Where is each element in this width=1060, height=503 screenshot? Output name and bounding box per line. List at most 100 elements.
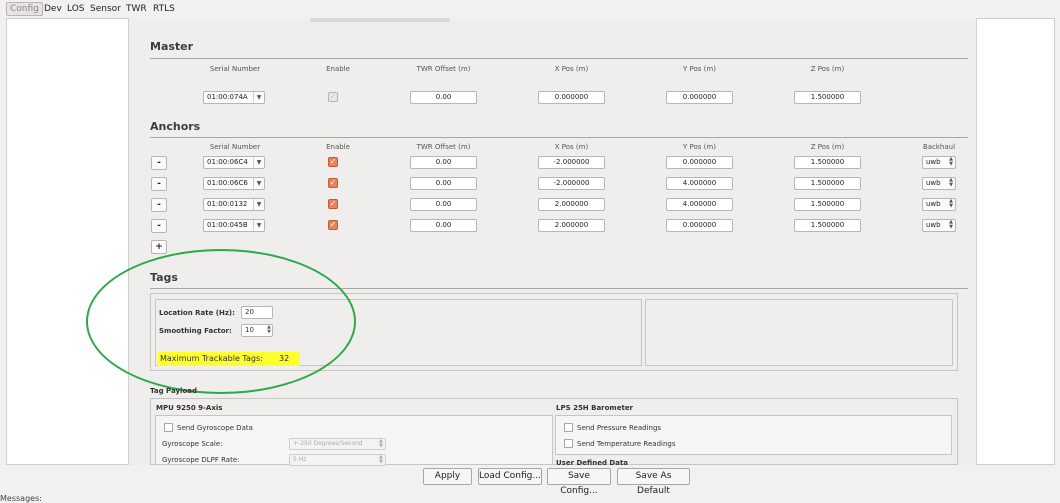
send-temperature-checkbox[interactable] (564, 439, 573, 448)
anchor-serial-combo[interactable]: 01:00:045B ▼ (203, 219, 265, 232)
anchor-backhaul-select[interactable]: uwb ▲ ▼ (922, 177, 956, 190)
remove-anchor-button[interactable]: - (151, 219, 167, 233)
master-y-input[interactable]: 0.000000 (666, 91, 733, 104)
anchor-backhaul-value: uwb (926, 158, 941, 166)
anchor-serial-value: 01:00:045B (207, 221, 248, 229)
tag-payload-title: Tag Payload (150, 387, 198, 395)
anchor-backhaul-select[interactable]: uwb ▲ ▼ (922, 156, 956, 169)
gyro-dlpf-select[interactable]: 5 Hz ▲ ▼ (289, 454, 386, 466)
scroll-indicator (310, 18, 450, 22)
anchors-col-serial: Serial Number (209, 143, 261, 151)
master-z-input[interactable]: 1.500000 (794, 91, 861, 104)
lps-box (555, 415, 952, 455)
tags-side-box (645, 299, 953, 366)
anchor-enable-checkbox[interactable]: ✓ (328, 157, 338, 167)
anchors-title: Anchors (150, 120, 201, 133)
anchor-y-input[interactable]: 4.000000 (666, 177, 733, 190)
anchor-y-input[interactable]: 4.000000 (666, 198, 733, 211)
anchor-twr-offset-input[interactable]: 0.00 (410, 219, 477, 232)
chevron-down-icon: ▼ (253, 92, 264, 103)
gyro-dlpf-value: 5 Hz (293, 456, 307, 463)
spinner-arrows-icon: ▲ ▼ (949, 156, 953, 167)
gyro-scale-select[interactable]: +-250 Degrees/Second ▲ ▼ (289, 438, 386, 450)
anchor-enable-checkbox[interactable]: ✓ (328, 178, 338, 188)
anchor-twr-offset-input[interactable]: 0.00 (410, 177, 477, 190)
anchor-z-input[interactable]: 1.500000 (794, 198, 861, 211)
anchors-divider (150, 137, 968, 138)
master-title: Master (150, 40, 194, 53)
mpu-title: MPU 9250 9-Axis (156, 404, 223, 412)
master-col-twr: TWR Offset (m) (416, 65, 471, 73)
lps-title: LPS 25H Barometer (556, 404, 634, 412)
anchors-col-x: X Pos (m) (554, 143, 589, 151)
load-config-button[interactable]: Load Config... (478, 468, 542, 485)
master-col-z: Z Pos (m) (810, 65, 845, 73)
master-divider (150, 58, 968, 59)
anchor-serial-value: 01:00:06C6 (207, 179, 248, 187)
anchor-enable-checkbox[interactable]: ✓ (328, 220, 338, 230)
spinner-arrows-icon: ▲ ▼ (949, 198, 953, 209)
master-serial-value: 01:00:074A (207, 93, 248, 101)
remove-anchor-button[interactable]: - (151, 156, 167, 170)
anchor-y-input[interactable]: 0.000000 (666, 219, 733, 232)
gyro-scale-value: +-250 Degrees/Second (293, 440, 363, 447)
chevron-down-icon: ▼ (253, 157, 264, 168)
master-col-y: Y Pos (m) (683, 65, 716, 73)
anchor-twr-offset-input[interactable]: 0.00 (410, 198, 477, 211)
anchor-x-input[interactable]: 2.000000 (538, 219, 605, 232)
tab-sensor[interactable]: Sensor (90, 4, 121, 14)
anchor-serial-combo[interactable]: 01:00:06C4 ▼ (203, 156, 265, 169)
anchor-x-input[interactable]: -2.000000 (538, 177, 605, 190)
send-gyro-checkbox[interactable] (164, 423, 173, 432)
anchors-col-y: Y Pos (m) (683, 143, 716, 151)
master-enable-checkbox[interactable]: ✓ (328, 92, 338, 102)
anchor-backhaul-value: uwb (926, 200, 941, 208)
remove-anchor-button[interactable]: - (151, 177, 167, 191)
remove-anchor-button[interactable]: - (151, 198, 167, 212)
anchor-serial-combo[interactable]: 01:00:06C6 ▼ (203, 177, 265, 190)
chevron-down-icon: ▼ (253, 178, 264, 189)
anchor-backhaul-select[interactable]: uwb ▲ ▼ (922, 219, 956, 232)
anchor-y-input[interactable]: 0.000000 (666, 156, 733, 169)
spinner-arrows-icon: ▲ ▼ (949, 177, 953, 188)
tab-los[interactable]: LOS (67, 4, 85, 14)
messages-label: Messages: (0, 494, 42, 503)
tab-rtls[interactable]: RTLS (153, 4, 175, 14)
tab-dev[interactable]: Dev (44, 4, 62, 14)
annotation-ellipse (86, 249, 356, 394)
gyro-scale-label: Gyroscope Scale: (162, 440, 223, 448)
apply-button[interactable]: Apply (423, 468, 472, 485)
save-as-default-button[interactable]: Save As Default (617, 468, 690, 496)
chevron-down-icon: ▼ (253, 199, 264, 210)
user-defined-title: User Defined Data (556, 459, 629, 465)
add-anchor-button[interactable]: + (151, 240, 167, 254)
master-col-x: X Pos (m) (554, 65, 589, 73)
tab-twr[interactable]: TWR (126, 4, 147, 14)
anchor-enable-checkbox[interactable]: ✓ (328, 199, 338, 209)
send-pressure-label: Send Pressure Readings (577, 424, 662, 432)
save-config-button[interactable]: Save Config... (547, 468, 611, 496)
anchor-z-input[interactable]: 1.500000 (794, 156, 861, 169)
master-x-input[interactable]: 0.000000 (538, 91, 605, 104)
tab-config[interactable]: Config (6, 2, 43, 16)
spinner-arrows-icon: ▲ ▼ (379, 438, 383, 449)
master-twr-offset-input[interactable]: 0.00 (410, 91, 477, 104)
anchor-z-input[interactable]: 1.500000 (794, 219, 861, 232)
send-gyro-label: Send Gyroscope Data (177, 424, 253, 432)
anchor-backhaul-select[interactable]: uwb ▲ ▼ (922, 198, 956, 211)
anchor-x-input[interactable]: -2.000000 (538, 156, 605, 169)
anchor-backhaul-value: uwb (926, 221, 941, 229)
chevron-down-icon: ▼ (253, 220, 264, 231)
anchor-twr-offset-input[interactable]: 0.00 (410, 156, 477, 169)
anchor-backhaul-value: uwb (926, 179, 941, 187)
anchors-col-z: Z Pos (m) (810, 143, 845, 151)
anchor-x-input[interactable]: 2.000000 (538, 198, 605, 211)
spinner-arrows-icon: ▲ ▼ (379, 454, 383, 465)
anchor-z-input[interactable]: 1.500000 (794, 177, 861, 190)
gyro-dlpf-label: Gyroscope DLPF Rate: (162, 456, 240, 464)
send-pressure-checkbox[interactable] (564, 423, 573, 432)
anchor-serial-combo[interactable]: 01:00:0132 ▼ (203, 198, 265, 211)
anchors-col-twr: TWR Offset (m) (416, 143, 471, 151)
send-temperature-label: Send Temperature Readings (577, 440, 676, 448)
master-serial-combo[interactable]: 01:00:074A ▼ (203, 91, 265, 104)
